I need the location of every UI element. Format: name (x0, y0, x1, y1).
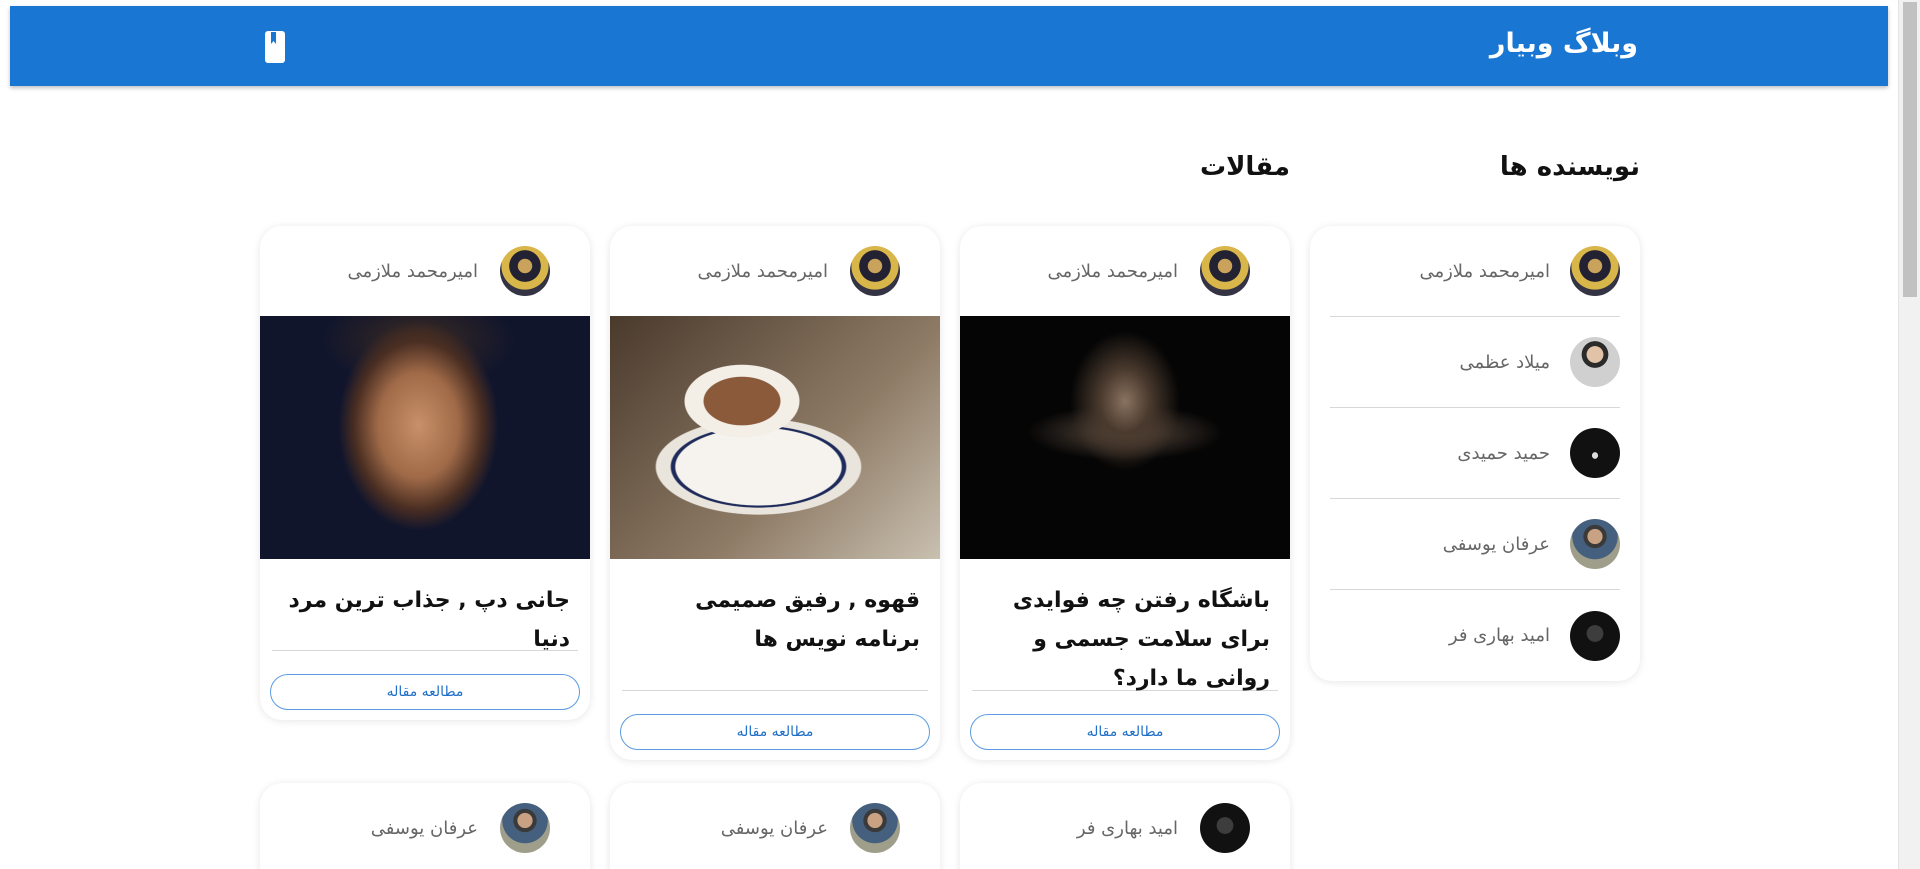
page-scrollbar[interactable] (1898, 0, 1920, 869)
article-image[interactable] (960, 316, 1290, 559)
author-name: عرفان یوسفی (1442, 533, 1550, 555)
article-card: عرفان یوسفی (260, 783, 590, 869)
article-author[interactable]: امیرمحمد ملازمی (260, 226, 590, 316)
author-name: میلاد عظمی (1459, 351, 1550, 373)
avatar (500, 246, 550, 296)
avatar (1570, 610, 1620, 661)
article-author[interactable]: امید بهاری فر (960, 783, 1290, 869)
book-icon[interactable] (264, 30, 286, 64)
article-title[interactable]: باشگاه رفتن چه فوایدی برای سلامت جسمی و … (960, 559, 1290, 691)
article-author-name: امیرمحمد ملازمی (1047, 260, 1178, 282)
authors-list: امیرمحمد ملازمی میلاد عظمی حمید حمیدی عر… (1310, 226, 1640, 681)
avatar (1200, 246, 1250, 296)
scrollbar-thumb[interactable] (1903, 2, 1917, 297)
read-article-button[interactable]: مطالعه مقاله (970, 714, 1280, 750)
author-item[interactable]: میلاد عظمی (1330, 317, 1620, 408)
read-article-button[interactable]: مطالعه مقاله (270, 674, 580, 710)
article-image[interactable] (610, 316, 940, 559)
article-card: امیرمحمد ملازمی قهوه , رفیق صمیمی برنامه… (610, 226, 940, 760)
divider (272, 650, 578, 651)
article-card: عرفان یوسفی (610, 783, 940, 869)
article-title[interactable]: قهوه , رفیق صمیمی برنامه نویس ها (610, 559, 940, 690)
author-item[interactable]: حمید حمیدی (1330, 408, 1620, 499)
site-brand[interactable]: وبلاگ وبیار (1490, 28, 1638, 59)
article-card: امیرمحمد ملازمی باشگاه رفتن چه فوایدی بر… (960, 226, 1290, 760)
author-item[interactable]: عرفان یوسفی (1330, 499, 1620, 590)
article-author[interactable]: عرفان یوسفی (260, 783, 590, 869)
article-author-name: عرفان یوسفی (720, 817, 828, 839)
avatar (1200, 803, 1250, 853)
articles-heading: مقالات (1199, 152, 1290, 182)
article-title[interactable]: جانی دپ , جذاب ترین مرد دنیا (260, 559, 590, 652)
avatar (1570, 246, 1620, 296)
article-image[interactable] (260, 316, 590, 559)
top-navbar: وبلاگ وبیار (10, 6, 1888, 86)
article-author[interactable]: امیرمحمد ملازمی (610, 226, 940, 316)
author-item[interactable]: امید بهاری فر (1330, 590, 1620, 681)
author-name: امیرمحمد ملازمی (1419, 260, 1550, 282)
article-card: امید بهاری فر (960, 783, 1290, 869)
avatar (1570, 337, 1620, 387)
author-name: حمید حمیدی (1457, 442, 1550, 464)
article-author[interactable]: امیرمحمد ملازمی (960, 226, 1290, 316)
authors-heading: نویسنده ها (1499, 152, 1640, 182)
avatar (850, 803, 900, 853)
author-item[interactable]: امیرمحمد ملازمی (1330, 226, 1620, 317)
avatar (850, 246, 900, 296)
avatar (1570, 428, 1620, 478)
article-author-name: عرفان یوسفی (370, 817, 478, 839)
avatar (1570, 519, 1620, 569)
article-author-name: امیرمحمد ملازمی (347, 260, 478, 282)
article-card: امیرمحمد ملازمی جانی دپ , جذاب ترین مرد … (260, 226, 590, 720)
article-author-name: امیرمحمد ملازمی (697, 260, 828, 282)
article-author-name: امید بهاری فر (1076, 817, 1178, 839)
author-name: امید بهاری فر (1448, 625, 1550, 646)
divider (622, 690, 928, 691)
avatar (500, 803, 550, 853)
article-author[interactable]: عرفان یوسفی (610, 783, 940, 869)
read-article-button[interactable]: مطالعه مقاله (620, 714, 930, 750)
